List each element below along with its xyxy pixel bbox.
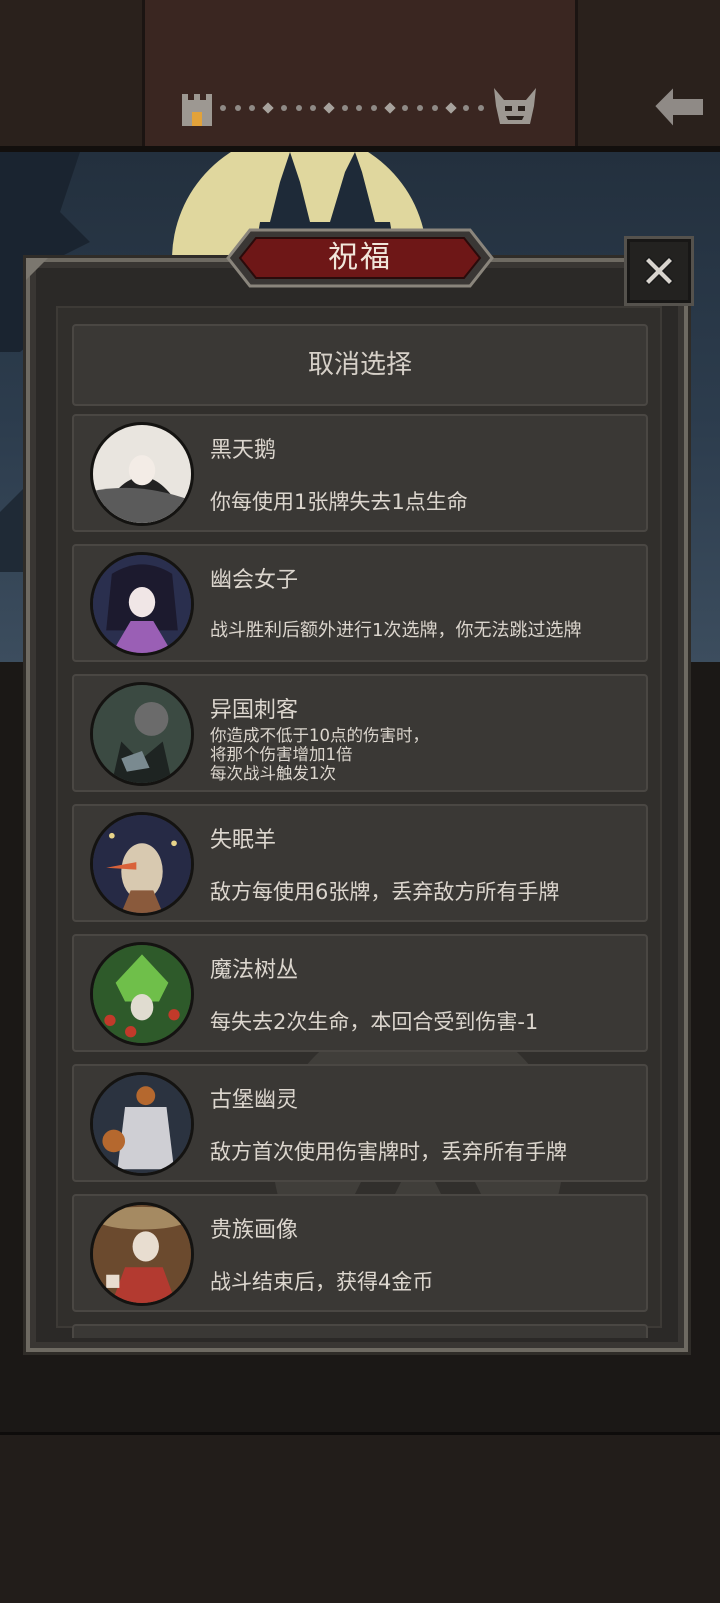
blessing-desc: 敌方每使用6张牌，丢弃敌方所有手牌 (210, 880, 560, 904)
progress-dot (463, 105, 470, 111)
progress-dot (341, 105, 348, 111)
dialog-title: 祝福 (328, 240, 392, 275)
blessing-name: 异国刺客 (210, 698, 299, 723)
blessing-desc: 你造成不低于10点的伤害时， 将那个伤害增加1倍 每次战斗触发1次 (210, 726, 638, 783)
dialog-corner (26, 258, 48, 280)
progress-dot (477, 105, 484, 111)
progress-node (262, 102, 274, 114)
blessing-name: 古堡幽灵 (210, 1088, 299, 1113)
blessing-item[interactable]: 古堡幽灵 敌方首次使用伤害牌时，丢弃所有手牌 (72, 1064, 648, 1182)
boss-icon (494, 88, 536, 124)
progress-dot (431, 105, 438, 111)
progress-node (384, 102, 396, 114)
progress-dot (220, 105, 226, 111)
progress-dot (249, 105, 256, 111)
progress-dot (280, 105, 287, 111)
progress-node (444, 102, 457, 114)
noble-portrait-portrait (90, 1202, 194, 1306)
blessing-desc-line: 你造成不低于10点的伤害时， (210, 726, 429, 745)
progress-dot (371, 105, 378, 111)
foreign-assassin-portrait (90, 682, 194, 786)
blessing-desc: 你每使用1张牌失去1点生命 (210, 490, 468, 514)
blessing-desc: 敌方首次使用伤害牌时，丢弃所有手牌 (210, 1140, 567, 1164)
stage-progress (176, 84, 540, 132)
blessing-name: 失眠羊 (210, 828, 277, 853)
blessing-desc-line: 将那个伤害增加1倍 (210, 745, 353, 764)
progress-dot (356, 105, 363, 111)
castle-icon (182, 94, 212, 126)
progress-dot (402, 105, 409, 111)
blessing-item[interactable]: 黑天鹅 你每使用1张牌失去1点生命 (72, 414, 648, 532)
blessing-item[interactable]: 幽会女子 战斗胜利后额外进行1次选牌，你无法跳过选牌 (72, 544, 648, 662)
blessing-item[interactable]: 魔法树丛 每失去2次生命，本回合受到伤害-1 (72, 934, 648, 1052)
close-icon (643, 255, 675, 287)
tryst-lady-portrait (90, 552, 194, 656)
progress-node (323, 102, 335, 114)
blessing-desc: 战斗胜利后额外进行1次选牌，你无法跳过选牌 (210, 620, 582, 641)
blessing-item[interactable]: 贵族画像 战斗结束后，获得4金币 (72, 1194, 648, 1312)
bottom-bar (0, 1432, 720, 1603)
blessing-name: 贵族画像 (210, 1218, 299, 1243)
blessing-item[interactable]: 失眠羊 敌方每使用6张牌，丢弃敌方所有手牌 (72, 804, 648, 922)
blessing-desc-line: 每次战斗触发1次 (210, 764, 336, 783)
black-swan-portrait (90, 422, 194, 526)
close-button[interactable] (624, 236, 694, 306)
progress-dot (234, 105, 241, 111)
blessing-name: 魔法树丛 (210, 958, 299, 983)
cancel-selection-label: 取消选择 (307, 350, 412, 380)
castle-ghost-portrait (90, 1072, 194, 1176)
back-arrow-icon[interactable] (652, 84, 706, 130)
progress-dot (417, 105, 424, 111)
progress-dot (310, 105, 317, 111)
magic-bush-portrait (90, 942, 194, 1046)
sleepless-sheep-portrait (90, 812, 194, 916)
blessing-desc: 每失去2次生命，本回合受到伤害-1 (210, 1010, 539, 1034)
blessing-name: 幽会女子 (210, 568, 299, 593)
blessing-desc: 战斗结束后，获得4金币 (210, 1270, 434, 1294)
blessing-item[interactable]: 异国刺客 你造成不低于10点的伤害时， 将那个伤害增加1倍 每次战斗触发1次 (72, 674, 648, 792)
blessing-name: 黑天鹅 (210, 438, 277, 463)
cancel-selection-button[interactable]: 取消选择 (72, 324, 648, 406)
progress-dots (220, 102, 484, 114)
blessing-item-partial[interactable] (72, 1324, 648, 1338)
progress-dot (295, 105, 302, 111)
